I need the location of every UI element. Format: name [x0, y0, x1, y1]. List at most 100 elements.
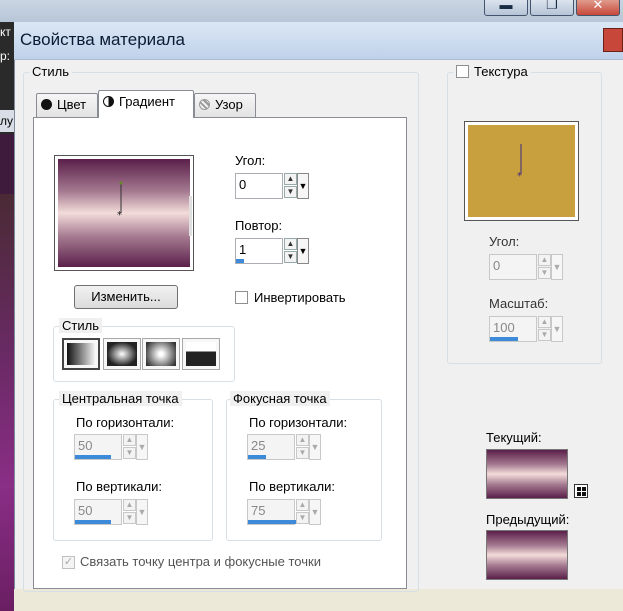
texture-angle-up-icon[interactable]: ▲ [538, 254, 551, 266]
half-circle-icon [103, 96, 114, 107]
focal-point-label: Фокусная точка [230, 391, 330, 406]
background-text-3: лу [0, 110, 14, 132]
focal-horizontal-label: По горизонтали: [249, 415, 348, 430]
current-label: Текущий: [486, 430, 542, 445]
previous-label: Предыдущий: [486, 512, 570, 527]
radial-gradient-icon [186, 342, 216, 366]
rectangular-style-button[interactable] [103, 338, 141, 370]
svg-text:*: * [517, 171, 522, 182]
background-text-2: р: [0, 49, 11, 63]
linear-gradient-icon [67, 343, 95, 365]
focal-vertical-down-icon[interactable]: ▼ [296, 512, 309, 524]
previous-swatch[interactable] [486, 530, 568, 580]
gradient-preview[interactable]: * [54, 155, 194, 271]
tab-pattern[interactable]: Узор [194, 93, 256, 117]
tab-pattern-label: Узор [215, 97, 243, 112]
center-vertical-stepper[interactable]: 50 ▲ ▼ ▼ [74, 499, 148, 525]
link-points-checkbox[interactable]: ✓ [62, 556, 75, 569]
texture-angle-stepper[interactable]: 0 ▲ ▼ ▼ [489, 254, 563, 280]
rectangular-gradient-icon [107, 342, 137, 366]
texture-scale-stepper[interactable]: 100 ▲ ▼ ▼ [489, 316, 563, 342]
pattern-icon [199, 99, 210, 110]
maximize-button[interactable]: ❐ [530, 0, 574, 16]
style-group-label: Стиль [29, 64, 72, 79]
texture-header: Текстура [453, 64, 531, 79]
texture-scale-down-icon[interactable]: ▼ [538, 329, 551, 341]
focal-horizontal-stepper[interactable]: 25 ▲ ▼ ▼ [247, 434, 321, 460]
texture-checkbox[interactable] [456, 65, 469, 78]
linear-style-button[interactable] [62, 338, 100, 370]
angle-up-icon[interactable]: ▲ [284, 173, 297, 185]
repeat-dropdown-icon[interactable]: ▼ [297, 238, 309, 264]
center-vertical-level-bar [75, 520, 111, 524]
focal-horizontal-dropdown-icon[interactable]: ▼ [309, 434, 321, 460]
focal-horizontal-up-icon[interactable]: ▲ [296, 434, 309, 446]
focal-vertical-dropdown-icon[interactable]: ▼ [309, 499, 321, 525]
current-swatch[interactable] [486, 449, 568, 499]
gradient-style-label: Стиль [59, 318, 102, 333]
texture-preview[interactable]: * [464, 121, 579, 221]
edit-gradient-button[interactable]: Изменить... [74, 285, 178, 309]
current-gradient [487, 450, 567, 498]
center-horizontal-dropdown-icon[interactable]: ▼ [136, 434, 148, 460]
texture-scale-level-bar [490, 337, 518, 341]
texture-angle-label: Угол: [489, 234, 520, 249]
angle-down-icon[interactable]: ▼ [284, 186, 297, 198]
focal-vertical-level-bar [248, 520, 302, 524]
repeat-level-bar [236, 259, 244, 263]
sunburst-gradient-icon [146, 342, 176, 366]
dialog-close-button[interactable] [603, 28, 623, 52]
gradient-direction-handle-icon[interactable]: * [115, 181, 129, 221]
repeat-down-icon[interactable]: ▼ [284, 251, 297, 263]
center-horizontal-stepper[interactable]: 50 ▲ ▼ ▼ [74, 434, 148, 460]
center-vertical-dropdown-icon[interactable]: ▼ [136, 499, 148, 525]
background-text-1: кт [0, 25, 11, 39]
tab-color[interactable]: Цвет [36, 93, 98, 117]
texture-scale-dropdown-icon[interactable]: ▼ [551, 316, 563, 342]
focal-vertical-up-icon[interactable]: ▲ [296, 499, 309, 511]
texture-angle-down-icon[interactable]: ▼ [538, 267, 551, 279]
preview-scroll-hint [189, 196, 192, 236]
angle-stepper[interactable]: 0 ▲ ▼ ▼ [235, 173, 309, 199]
angle-label: Угол: [235, 153, 266, 168]
svg-text:*: * [117, 210, 122, 221]
tab-gradient-label: Градиент [119, 94, 175, 109]
tab-gradient[interactable]: Градиент [98, 90, 194, 118]
center-horizontal-label: По горизонтали: [76, 415, 175, 430]
center-vertical-label: По вертикали: [76, 479, 162, 494]
angle-input[interactable]: 0 [235, 173, 283, 199]
background-left-strip: кт р: лу [0, 22, 14, 611]
texture-angle-input[interactable]: 0 [489, 254, 537, 280]
focal-horizontal-down-icon[interactable]: ▼ [296, 447, 309, 459]
texture-label: Текстура [474, 64, 528, 79]
center-horizontal-down-icon[interactable]: ▼ [123, 447, 136, 459]
sunburst-style-button[interactable] [142, 338, 180, 370]
texture-scale-up-icon[interactable]: ▲ [538, 316, 551, 328]
repeat-label: Повтор: [235, 218, 283, 233]
center-horizontal-level-bar [75, 455, 111, 459]
center-vertical-down-icon[interactable]: ▼ [123, 512, 136, 524]
tab-color-label: Цвет [57, 97, 87, 112]
focal-vertical-stepper[interactable]: 75 ▲ ▼ ▼ [247, 499, 321, 525]
minimize-button[interactable]: ▬ [484, 0, 528, 16]
focal-vertical-label: По вертикали: [249, 479, 335, 494]
invert-checkbox[interactable] [235, 291, 248, 304]
texture-angle-dropdown-icon[interactable]: ▼ [551, 254, 563, 280]
repeat-up-icon[interactable]: ▲ [284, 238, 297, 250]
close-button[interactable]: ✕ [576, 0, 620, 16]
center-point-label: Центральная точка [59, 391, 182, 406]
focal-horizontal-level-bar [248, 455, 266, 459]
circle-icon [41, 99, 52, 110]
background-photo [0, 194, 14, 611]
previous-gradient [487, 531, 567, 579]
repeat-stepper[interactable]: 1 ▲ ▼ ▼ [235, 238, 309, 264]
swap-icon[interactable] [574, 484, 588, 498]
center-horizontal-up-icon[interactable]: ▲ [123, 434, 136, 446]
radial-style-button[interactable] [182, 338, 220, 370]
texture-scale-label: Масштаб: [489, 296, 549, 311]
angle-dropdown-icon[interactable]: ▼ [297, 173, 309, 199]
link-points-label: Связать точку центра и фокусные точки [80, 554, 321, 569]
dialog-title: Свойства материала [20, 30, 185, 49]
center-vertical-up-icon[interactable]: ▲ [123, 499, 136, 511]
invert-label: Инвертировать [254, 290, 346, 305]
